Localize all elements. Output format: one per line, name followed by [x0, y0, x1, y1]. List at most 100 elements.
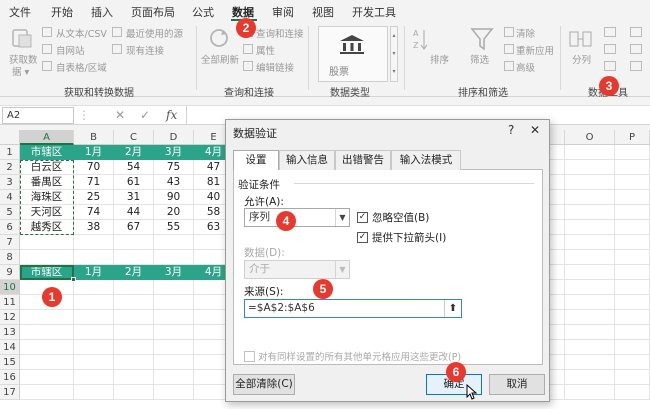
table-cell[interactable] [154, 355, 194, 370]
data-validation-icon[interactable] [604, 61, 616, 71]
table-cell[interactable] [20, 370, 74, 385]
row-header-8[interactable]: 8 [0, 250, 20, 265]
table-cell[interactable] [74, 235, 114, 250]
table-cell[interactable] [565, 355, 615, 370]
table-cell[interactable] [154, 325, 194, 340]
table-cell[interactable] [615, 280, 650, 295]
ribbon-tab-0[interactable]: 文件 [9, 4, 31, 20]
table-cell[interactable] [565, 295, 615, 310]
help-button[interactable]: ? [508, 123, 514, 137]
table-cell[interactable] [154, 295, 194, 310]
table-cell[interactable] [615, 235, 650, 250]
column-header-p[interactable]: P [615, 130, 650, 145]
table-cell[interactable]: 61 [114, 175, 154, 190]
tab-ime-mode[interactable]: 输入法模式 [391, 150, 461, 170]
allow-select[interactable]: 序列 ▼ [244, 208, 350, 227]
table-cell[interactable] [74, 295, 114, 310]
table-cell[interactable]: 25 [74, 190, 114, 205]
table-header-cell[interactable]: 1月 [74, 145, 114, 160]
stocks-gallery[interactable]: 股票 [318, 26, 388, 82]
row-header-7[interactable]: 7 [0, 235, 20, 250]
from-table-button[interactable]: 自表格/区域 [56, 60, 107, 74]
close-button[interactable]: ✕ [530, 123, 540, 137]
table-cell[interactable] [565, 175, 615, 190]
table-cell[interactable] [615, 220, 650, 235]
manage-data-model-icon[interactable] [630, 61, 642, 71]
table-cell[interactable] [615, 190, 650, 205]
table-cell[interactable]: 70 [74, 160, 114, 175]
cancel-icon[interactable]: ✕ [115, 108, 125, 122]
apply-all-checkbox[interactable] [244, 351, 255, 362]
column-header-c[interactable]: C [114, 130, 154, 145]
table-cell[interactable]: 54 [114, 160, 154, 175]
table-cell[interactable] [154, 280, 194, 295]
from-text-csv-button[interactable]: 从文本/CSV [56, 26, 107, 40]
ribbon-tab-4[interactable]: 公式 [192, 4, 214, 20]
more-options-icon[interactable]: ⋮ [78, 108, 90, 122]
table-cell[interactable] [74, 340, 114, 355]
table-cell[interactable] [615, 205, 650, 220]
row-header-14[interactable]: 14 [0, 340, 20, 355]
table-cell[interactable] [565, 385, 615, 400]
table-cell[interactable] [114, 355, 154, 370]
table-cell[interactable] [20, 235, 74, 250]
table-cell[interactable] [114, 385, 154, 400]
relationships-icon[interactable] [630, 44, 642, 54]
table-cell[interactable] [114, 295, 154, 310]
table-cell[interactable]: 38 [74, 220, 114, 235]
column-header-o[interactable]: O [565, 130, 615, 145]
table-cell[interactable]: 74 [74, 205, 114, 220]
reapply-button[interactable]: 重新应用 [516, 43, 554, 57]
column-header-a[interactable]: A [20, 130, 74, 145]
recent-sources-button[interactable]: 最近使用的源 [126, 26, 183, 40]
ribbon-tab-6[interactable]: 审阅 [272, 4, 294, 20]
table-cell[interactable] [565, 370, 615, 385]
row-header-15[interactable]: 15 [0, 355, 20, 370]
ribbon-tab-7[interactable]: 视图 [312, 4, 334, 20]
table-cell[interactable] [20, 310, 74, 325]
table-cell[interactable]: 67 [114, 220, 154, 235]
table-header-cell[interactable]: 1月 [74, 265, 114, 280]
table-cell[interactable] [565, 190, 615, 205]
table-cell[interactable] [565, 205, 615, 220]
table-cell[interactable] [74, 355, 114, 370]
table-cell[interactable] [74, 250, 114, 265]
cancel-button[interactable]: 取消 [489, 374, 545, 395]
tab-input-message[interactable]: 输入信息 [279, 150, 335, 170]
table-cell[interactable] [565, 220, 615, 235]
table-cell[interactable] [565, 340, 615, 355]
table-header-cell[interactable]: 市辖区 [20, 145, 74, 160]
row-header-2[interactable]: 2 [0, 160, 20, 175]
table-cell[interactable] [154, 235, 194, 250]
row-header-3[interactable]: 3 [0, 175, 20, 190]
row-header-4[interactable]: 4 [0, 190, 20, 205]
row-header-17[interactable]: 17 [0, 385, 20, 400]
table-cell[interactable] [20, 340, 74, 355]
active-cell[interactable] [20, 265, 76, 282]
table-header-cell[interactable]: 2月 [114, 145, 154, 160]
table-cell[interactable]: 44 [114, 205, 154, 220]
queries-connections-button[interactable]: 查询和连接 [256, 26, 304, 40]
existing-connections-button[interactable]: 现有连接 [126, 43, 164, 57]
table-cell[interactable] [74, 325, 114, 340]
row-header-5[interactable]: 5 [0, 205, 20, 220]
get-data-button-dropdown[interactable]: 据 ▾ [12, 64, 29, 78]
collapse-dialog-icon[interactable]: ⬆ [444, 300, 461, 317]
table-cell[interactable] [20, 250, 74, 265]
table-cell[interactable] [154, 385, 194, 400]
from-web-button[interactable]: 自网站 [56, 43, 85, 57]
column-header-b[interactable]: B [74, 130, 114, 145]
row-header-13[interactable]: 13 [0, 325, 20, 340]
table-cell[interactable] [615, 145, 650, 160]
in-cell-dropdown-checkbox[interactable]: ✓ [357, 232, 368, 243]
table-cell[interactable] [615, 175, 650, 190]
table-cell[interactable] [565, 250, 615, 265]
table-cell[interactable] [615, 160, 650, 175]
remove-duplicates-icon[interactable] [604, 44, 616, 54]
gallery-scroll[interactable]: ▴ ▾ ▾ [390, 26, 398, 82]
row-header-12[interactable]: 12 [0, 310, 20, 325]
sort-button[interactable]: 排序 [430, 52, 449, 66]
table-cell[interactable] [565, 325, 615, 340]
table-cell[interactable] [74, 370, 114, 385]
properties-button[interactable]: 属性 [256, 43, 275, 57]
